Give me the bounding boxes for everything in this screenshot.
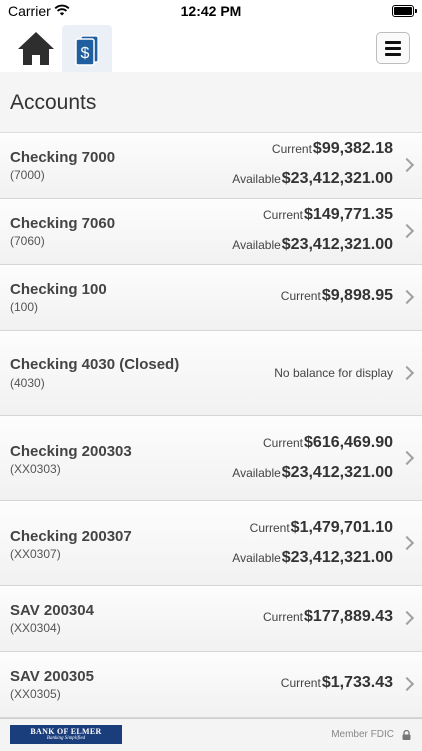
page-title: Accounts: [10, 91, 97, 114]
account-row-200305[interactable]: SAV 200305 (XX0305) Current$1,733.43: [0, 652, 422, 718]
svg-text:$: $: [81, 45, 90, 62]
available-balance: Available$23,412,321.00: [232, 549, 393, 566]
account-number: (XX0305): [10, 687, 61, 701]
page-header: Accounts: [0, 72, 422, 133]
bank-logo-name: BANK OF ELMER: [30, 727, 102, 736]
account-number: (XX0304): [10, 621, 61, 635]
account-number: (4030): [10, 376, 45, 390]
footer: BANK OF ELMER Banking Simplified Member …: [0, 718, 422, 751]
account-name: Checking 100: [10, 281, 107, 298]
account-row-200303[interactable]: Checking 200303 (XX0303) Current$616,469…: [0, 416, 422, 501]
account-name: Checking 200307: [10, 528, 132, 545]
lock-icon: [402, 730, 411, 740]
chevron-right-icon: [399, 610, 415, 626]
chevron-right-icon: [399, 676, 415, 692]
account-number: (7060): [10, 234, 45, 248]
accounts-list: Checking 7000 (7000) Current$99,382.18 A…: [0, 133, 422, 718]
account-name: Checking 200303: [10, 443, 132, 460]
available-balance: Available$23,412,321.00: [232, 464, 393, 481]
account-row-7000[interactable]: Checking 7000 (7000) Current$99,382.18 A…: [0, 133, 422, 199]
dollar-document-icon: $: [75, 35, 99, 66]
account-row-200307[interactable]: Checking 200307 (XX0307) Current$1,479,7…: [0, 501, 422, 586]
status-bar: Carrier 12:42 PM: [0, 0, 422, 22]
current-balance: Current$9,898.95: [280, 287, 393, 304]
account-number: (7000): [10, 168, 45, 182]
status-time: 12:42 PM: [180, 3, 242, 19]
available-balance: Available$23,412,321.00: [232, 236, 393, 253]
no-balance-text: No balance for display: [274, 366, 393, 380]
account-row-200304[interactable]: SAV 200304 (XX0304) Current$177,889.43: [0, 586, 422, 652]
bank-logo-tagline: Banking Simplified: [46, 736, 86, 741]
chevron-right-icon: [399, 365, 415, 381]
account-row-100[interactable]: Checking 100 (100) Current$9,898.95: [0, 265, 422, 331]
top-nav: $: [0, 22, 422, 72]
account-name: SAV 200304: [10, 602, 94, 619]
account-name: Checking 4030 (Closed): [10, 356, 180, 373]
chevron-right-icon: [399, 535, 415, 551]
chevron-right-icon: [399, 223, 415, 239]
bank-logo[interactable]: BANK OF ELMER Banking Simplified: [10, 725, 122, 744]
account-name: Checking 7000: [10, 149, 116, 166]
home-button[interactable]: [14, 29, 58, 69]
current-balance: Current$99,382.18: [271, 140, 393, 157]
current-balance: Current$1,479,701.10: [249, 519, 393, 536]
account-number: (XX0307): [10, 547, 61, 561]
current-balance: Current$177,889.43: [263, 608, 393, 625]
chevron-right-icon: [399, 450, 415, 466]
menu-button[interactable]: [376, 32, 410, 64]
accounts-tab[interactable]: $: [62, 25, 112, 72]
chevron-right-icon: [399, 157, 415, 173]
current-balance: Current$616,469.90: [263, 434, 393, 451]
chevron-right-icon: [399, 289, 415, 305]
current-balance: Current$1,733.43: [280, 674, 393, 691]
account-row-4030[interactable]: Checking 4030 (Closed) (4030) No balance…: [0, 331, 422, 416]
hamburger-menu-icon: [385, 41, 401, 44]
account-row-7060[interactable]: Checking 7060 (7060) Current$149,771.35 …: [0, 199, 422, 265]
member-fdic-label: Member FDIC: [331, 729, 394, 740]
account-name: Checking 7060: [10, 215, 116, 232]
current-balance: Current$149,771.35: [263, 206, 393, 223]
account-number: (XX0303): [10, 462, 61, 476]
battery-icon: [392, 5, 417, 17]
home-icon: [18, 32, 54, 65]
available-balance: Available$23,412,321.00: [232, 170, 393, 187]
account-number: (100): [10, 300, 39, 314]
account-name: SAV 200305: [10, 668, 94, 685]
